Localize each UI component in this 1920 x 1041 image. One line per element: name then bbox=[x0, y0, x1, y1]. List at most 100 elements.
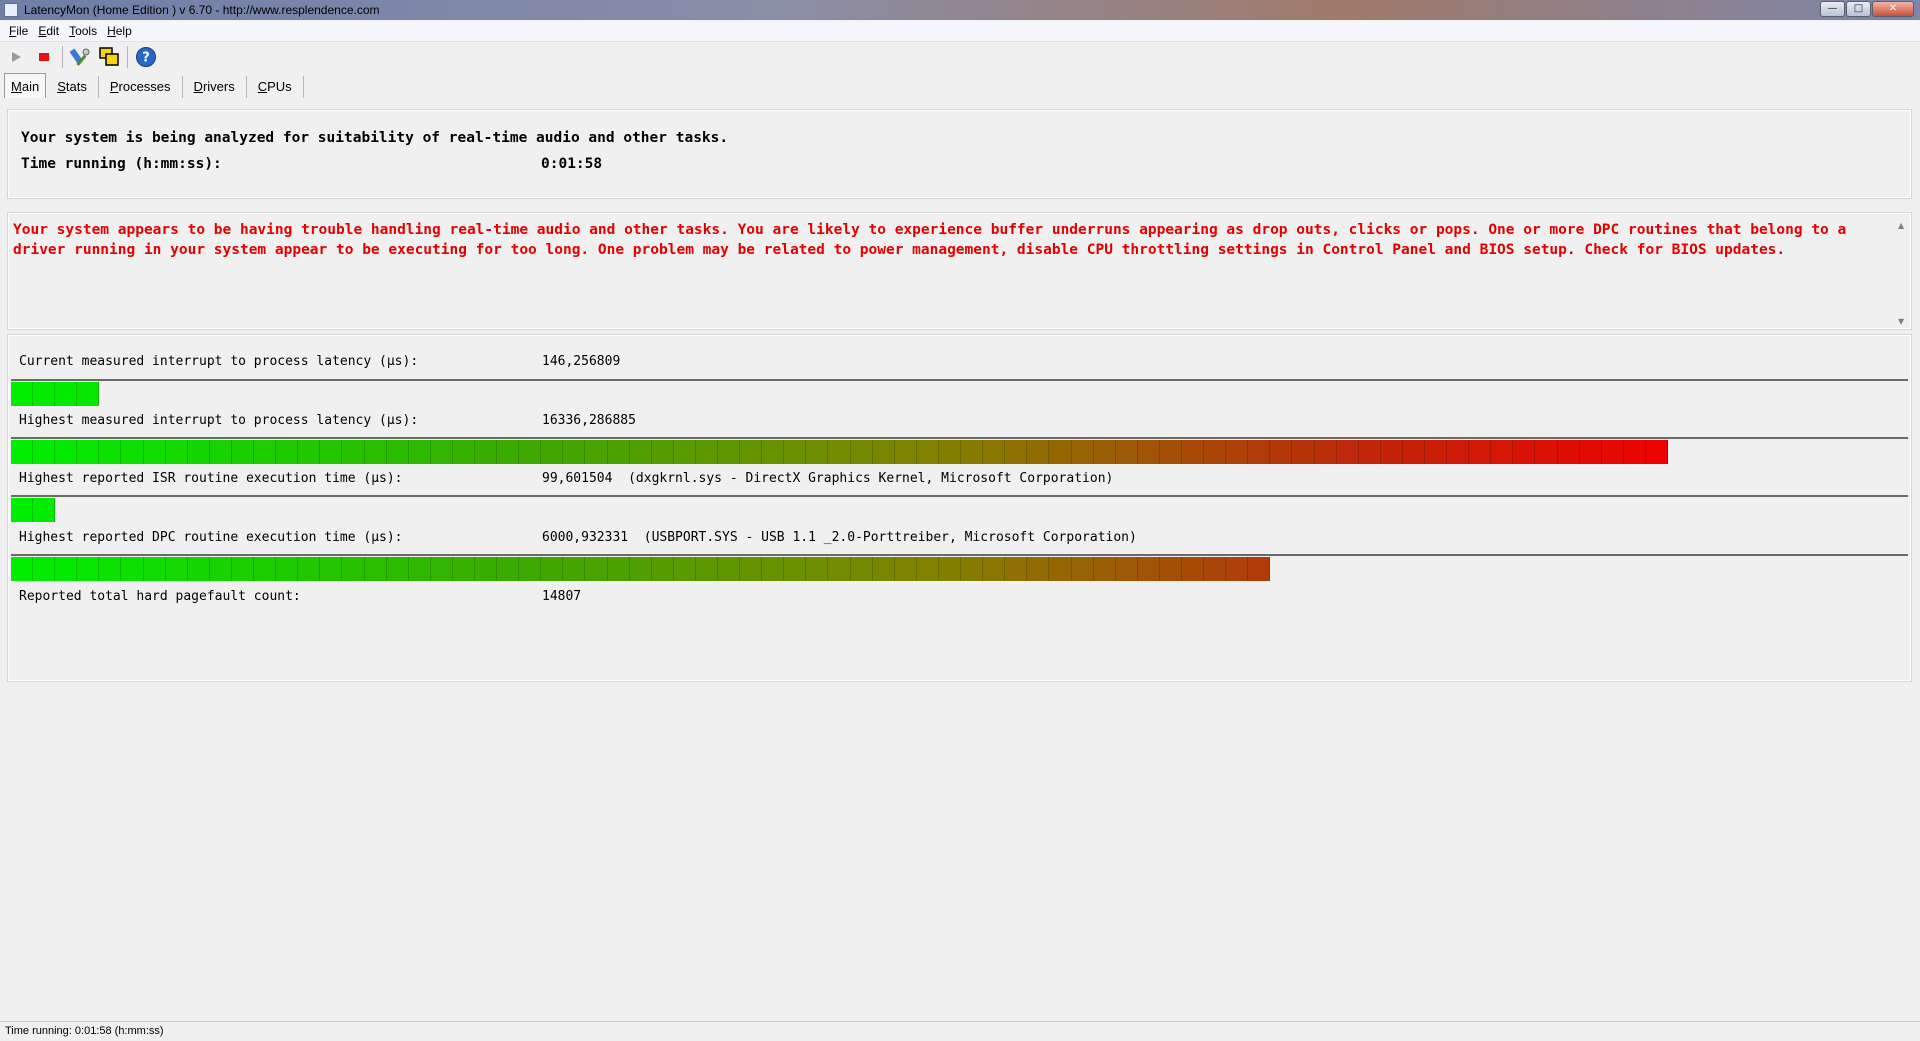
dpc-time-bar-segment bbox=[165, 557, 188, 581]
warning-panel: Your system appears to be having trouble… bbox=[7, 212, 1912, 330]
highest-latency-bar-segment bbox=[651, 440, 674, 464]
highest-latency-bar-segment bbox=[187, 440, 210, 464]
window-title: LatencyMon (Home Edition ) v 6.70 - http… bbox=[24, 3, 380, 17]
pagefault-count-label: Reported total hard pagefault count: bbox=[19, 589, 301, 604]
warning-message: Your system appears to be having trouble… bbox=[13, 222, 1847, 258]
highest-latency-bar-segment bbox=[850, 440, 873, 464]
tab-main[interactable]: Main bbox=[4, 73, 47, 98]
scroll-down-icon[interactable]: ▼ bbox=[1898, 317, 1904, 326]
dpc-time-bar-segment bbox=[607, 557, 630, 581]
dpc-time-bar-segment bbox=[364, 557, 387, 581]
maximize-button[interactable]: □ bbox=[1846, 1, 1871, 17]
toolbar-separator bbox=[62, 46, 63, 68]
highest-latency-bar-segment bbox=[519, 440, 542, 464]
highest-latency-bar-segment bbox=[762, 440, 785, 464]
highest-latency-bar-segment bbox=[1071, 440, 1094, 464]
minimize-button[interactable]: — bbox=[1820, 1, 1845, 17]
tab-processes[interactable]: Processes bbox=[99, 76, 183, 98]
dpc-time-bar-segment bbox=[121, 557, 144, 581]
highest-latency-bar-segment bbox=[1601, 440, 1624, 464]
current-latency-label: Current measured interrupt to process la… bbox=[19, 354, 419, 369]
menu-file[interactable]: File bbox=[9, 24, 28, 38]
dpc-time-bar-segment bbox=[320, 557, 343, 581]
tab-drivers[interactable]: Drivers bbox=[183, 76, 247, 98]
highest-latency-bar bbox=[11, 437, 1908, 464]
highest-latency-bar-segment bbox=[872, 440, 895, 464]
stop-button[interactable] bbox=[32, 45, 56, 69]
current-latency-value: 146,256809 bbox=[542, 354, 621, 369]
status-bar-text: Time running: 0:01:58 (h:mm:ss) bbox=[5, 1025, 164, 1037]
tools-button[interactable] bbox=[69, 45, 93, 69]
dpc-time-bar-segment bbox=[1005, 557, 1028, 581]
highest-latency-bar-segment bbox=[452, 440, 475, 464]
dpc-time-bar-segment bbox=[806, 557, 829, 581]
highest-latency-bar-segment bbox=[563, 440, 586, 464]
scroll-up-icon[interactable]: ▲ bbox=[1898, 221, 1904, 230]
isr-time-bar-fill bbox=[11, 498, 56, 522]
highest-latency-bar-segment bbox=[695, 440, 718, 464]
dpc-time-bar-segment bbox=[386, 557, 409, 581]
isr-time-bar-segment bbox=[11, 498, 34, 522]
dpc-time-bar-segment bbox=[11, 557, 34, 581]
highest-latency-bar-segment bbox=[894, 440, 917, 464]
analysis-status-panel: Your system is being analyzed for suitab… bbox=[7, 109, 1912, 199]
dpc-time-bar-segment bbox=[762, 557, 785, 581]
dpc-time-bar-fill bbox=[11, 557, 1271, 581]
warning-scrollbar[interactable]: ▲ ▼ bbox=[1894, 214, 1910, 328]
highest-latency-bar-segment bbox=[209, 440, 232, 464]
highest-latency-bar-segment bbox=[961, 440, 984, 464]
dpc-time-label: Highest reported DPC routine execution t… bbox=[19, 530, 403, 545]
dpc-time-bar-segment bbox=[1093, 557, 1116, 581]
menu-help[interactable]: Help bbox=[107, 24, 132, 38]
highest-latency-bar-segment bbox=[806, 440, 829, 464]
menu-bar: File Edit Tools Help bbox=[0, 21, 1920, 42]
highest-latency-bar-segment bbox=[1579, 440, 1602, 464]
highest-latency-bar-segment bbox=[828, 440, 851, 464]
highest-latency-bar-segment bbox=[121, 440, 144, 464]
current-latency-bar-segment bbox=[11, 382, 34, 406]
highest-latency-bar-segment bbox=[1358, 440, 1381, 464]
dpc-time-bar-segment bbox=[143, 557, 166, 581]
menu-edit[interactable]: Edit bbox=[38, 24, 59, 38]
close-button[interactable]: ✕ bbox=[1872, 1, 1914, 17]
dpc-time-value: 6000,932331 (USBPORT.SYS - USB 1.1 _2.0-… bbox=[542, 530, 1137, 545]
highest-latency-bar-segment bbox=[1226, 440, 1249, 464]
highest-latency-bar-segment bbox=[386, 440, 409, 464]
highest-latency-bar-segment bbox=[1181, 440, 1205, 464]
highest-latency-bar-segment bbox=[1491, 440, 1514, 464]
highest-latency-bar-segment bbox=[541, 440, 564, 464]
highest-latency-bar-segment bbox=[11, 440, 34, 464]
dpc-time-bar-segment bbox=[254, 557, 277, 581]
highest-latency-bar-segment bbox=[1137, 440, 1160, 464]
dpc-time-bar-segment bbox=[430, 557, 453, 581]
dpc-time-bar-segment bbox=[850, 557, 873, 581]
highest-latency-bar-segment bbox=[1535, 440, 1558, 464]
start-button[interactable] bbox=[4, 45, 28, 69]
tab-cpus[interactable]: CPUs bbox=[247, 76, 304, 98]
tab-stats[interactable]: Stats bbox=[46, 76, 99, 98]
dpc-time-bar-segment bbox=[673, 557, 696, 581]
status-bar: Time running: 0:01:58 (h:mm:ss) bbox=[0, 1021, 1920, 1041]
dpc-time-bar-segment bbox=[209, 557, 232, 581]
dpc-time-bar-segment bbox=[784, 557, 807, 581]
highest-latency-bar-fill bbox=[11, 440, 1669, 464]
highest-latency-label: Highest measured interrupt to process la… bbox=[19, 413, 419, 428]
help-button[interactable]: ? bbox=[134, 45, 158, 69]
copy-windows-icon bbox=[99, 47, 119, 66]
highest-latency-bar-segment bbox=[1336, 440, 1359, 464]
dpc-time-bar-segment bbox=[828, 557, 851, 581]
highest-latency-bar-segment bbox=[740, 440, 763, 464]
dpc-time-bar-segment bbox=[519, 557, 542, 581]
highest-latency-bar-segment bbox=[1115, 440, 1138, 464]
dpc-time-bar-segment bbox=[276, 557, 299, 581]
play-icon bbox=[12, 52, 21, 62]
dpc-time-bar-segment bbox=[1159, 557, 1182, 581]
svg-text:?: ? bbox=[142, 51, 150, 66]
menu-tools[interactable]: Tools bbox=[69, 24, 97, 38]
highest-latency-bar-segment bbox=[474, 440, 498, 464]
highest-latency-bar-segment bbox=[143, 440, 166, 464]
copy-windows-button[interactable] bbox=[97, 45, 121, 69]
isr-time-label: Highest reported ISR routine execution t… bbox=[19, 471, 403, 486]
dpc-time-bar-segment bbox=[1248, 557, 1271, 581]
highest-latency-bar-segment bbox=[718, 440, 741, 464]
